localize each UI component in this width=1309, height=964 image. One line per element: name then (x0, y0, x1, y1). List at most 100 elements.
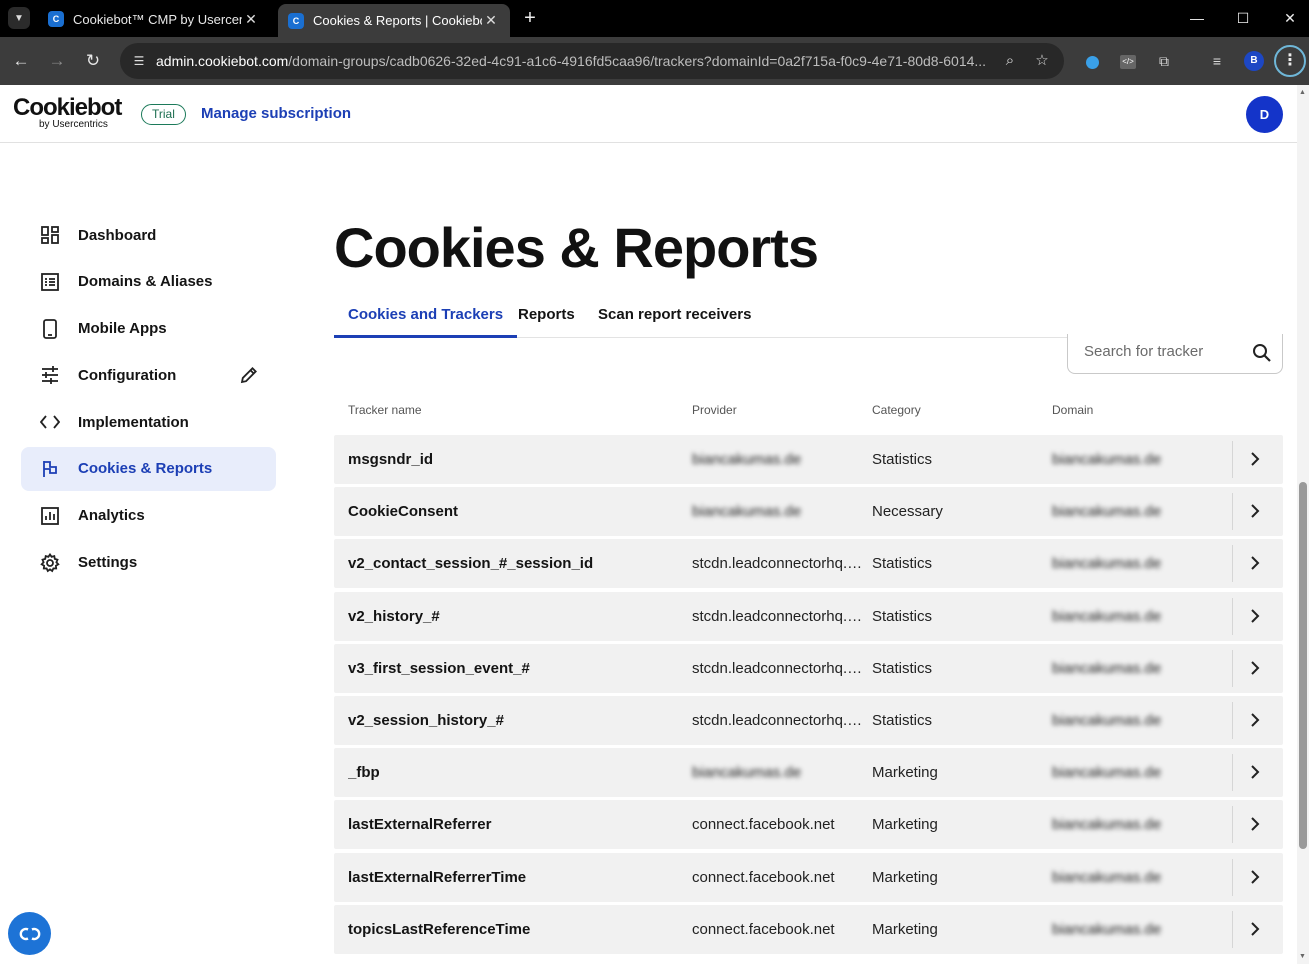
domain-cell: biancakumas.de (1052, 503, 1162, 521)
browser-tab-bar: ▼ C Cookiebot™ CMP by Usercentri ✕ C Coo… (0, 0, 1309, 37)
table-row[interactable]: topicsLastReferenceTime connect.facebook.… (334, 904, 1283, 954)
table-row[interactable]: v2_contact_session_#_session_id stcdn.lea… (334, 539, 1283, 589)
tab-scan-report-receivers[interactable]: Scan report receivers (584, 296, 765, 338)
sidebar-item-analytics[interactable]: Analytics (21, 494, 276, 538)
tracker-name-cell: v2_contact_session_#_session_id (348, 555, 594, 573)
reload-icon[interactable]: ↻ (81, 49, 105, 73)
close-tab-icon[interactable]: ✕ (242, 11, 260, 28)
minimize-icon[interactable]: — (1185, 8, 1209, 28)
scroll-up-arrow-icon[interactable]: ▲ (1299, 89, 1306, 96)
browser-menu-icon[interactable]: ⋮ (1274, 45, 1306, 77)
media-queue-icon[interactable]: ≡ (1205, 49, 1229, 73)
row-divider (1232, 910, 1233, 948)
sidebar-item-label: Cookies & Reports (78, 460, 213, 478)
sidebar-item-settings[interactable]: Settings (21, 541, 276, 585)
chevron-right-icon[interactable] (1244, 500, 1266, 522)
browser-tab-cookiebot-cmp[interactable]: C Cookiebot™ CMP by Usercentri ✕ (38, 5, 270, 33)
tracker-name-cell: topicsLastReferenceTime (348, 920, 531, 938)
search-icon[interactable] (1251, 342, 1273, 364)
url-host: admin.cookiebot.com (156, 53, 289, 69)
row-divider (1232, 597, 1233, 635)
provider-cell: stcdn.leadconnectorhq.c... (692, 711, 864, 729)
sidebar-item-mobile-apps[interactable]: Mobile Apps (21, 307, 276, 351)
tab-title: Cookiebot™ CMP by Usercentri (73, 11, 242, 27)
url-text[interactable]: admin.cookiebot.com/domain-groups/cadb06… (156, 53, 996, 69)
browser-profile-avatar[interactable]: B (1244, 51, 1264, 71)
close-window-icon[interactable]: ✕ (1278, 8, 1302, 28)
sidebar-item-label: Domains & Aliases (78, 273, 213, 291)
table-row[interactable]: v2_history_# stcdn.leadconnectorhq.c... St… (334, 591, 1283, 641)
chevron-right-icon[interactable] (1244, 813, 1266, 835)
cookiebot-logo[interactable]: Cookiebot by Usercentrics (13, 94, 122, 131)
domain-cell: biancakumas.de (1052, 451, 1162, 468)
domain-cell: biancakumas.de (1052, 920, 1162, 938)
devtools-extension-icon[interactable]: </> (1116, 49, 1140, 73)
chevron-right-icon[interactable] (1244, 552, 1266, 574)
table-row[interactable]: CookieConsent biancakumas.de Necessary bian… (334, 487, 1283, 537)
url-path: /domain-groups/cadb0626-32ed-4c91-a1c6-4… (288, 53, 987, 69)
tab-search-icon[interactable]: ▼ (8, 7, 30, 29)
provider-cell: connect.facebook.net (692, 816, 835, 834)
tracker-name-cell: lastExternalReferrer (348, 816, 492, 834)
maximize-icon[interactable]: ☐ (1231, 8, 1255, 28)
cookiebot-favicon-icon: C (48, 11, 64, 27)
row-divider (1232, 545, 1233, 583)
new-tab-icon[interactable]: + (520, 7, 540, 29)
category-cell: Marketing (872, 920, 938, 938)
table-row[interactable]: _fbp biancakumas.de Marketing biancakumas.d… (334, 748, 1283, 798)
table-row[interactable]: v3_first_session_event_# stcdn.leadconnec… (334, 643, 1283, 693)
scrollbar-thumb[interactable] (1299, 482, 1307, 849)
chevron-right-icon[interactable] (1244, 709, 1266, 731)
search-input[interactable] (1084, 343, 1249, 360)
tracker-name-cell: _fbp (348, 764, 380, 782)
manage-subscription-link[interactable]: Manage subscription (201, 105, 351, 122)
scroll-down-arrow-icon[interactable]: ▼ (1299, 953, 1306, 960)
page-scrollbar[interactable]: ▲ ▼ (1297, 85, 1309, 964)
row-divider (1232, 441, 1233, 478)
tracker-name-cell: msgsndr_id (348, 451, 434, 468)
cookiebot-widget-button[interactable] (8, 912, 51, 955)
browser-tab-cookies-reports[interactable]: C Cookies & Reports | Cookiebot ✕ (278, 4, 510, 37)
table-row[interactable]: lastExternalReferrerTime connect.facebook… (334, 852, 1283, 902)
bookmark-star-icon[interactable]: ☆ (1032, 51, 1052, 71)
table-row[interactable]: v2_session_history_# stcdn.leadconnectorh… (334, 695, 1283, 745)
row-divider (1232, 754, 1233, 792)
edit-pencil-icon[interactable] (239, 365, 259, 385)
sidebar-item-implementation[interactable]: Implementation (21, 400, 276, 444)
back-icon[interactable]: ← (9, 49, 33, 73)
tracker-table-body: msgsndr_id biancakumas.de Statistics bianca… (334, 435, 1283, 957)
cookiebot-widget-icon (19, 927, 40, 940)
address-bar[interactable]: ☰ admin.cookiebot.com/domain-groups/cadb… (120, 43, 1064, 79)
category-cell: Necessary (872, 503, 943, 521)
phone-icon (40, 318, 60, 339)
chevron-right-icon[interactable] (1244, 448, 1266, 470)
close-tab-icon[interactable]: ✕ (482, 12, 500, 29)
sidebar-item-dashboard[interactable]: Dashboard (21, 213, 276, 257)
chevron-right-icon[interactable] (1244, 761, 1266, 783)
tab-cookies-and-trackers[interactable]: Cookies and Trackers (334, 296, 518, 338)
tab-reports[interactable]: Reports (504, 296, 589, 338)
extension-icon[interactable] (1080, 49, 1104, 73)
user-avatar[interactable]: D (1246, 96, 1283, 133)
chevron-right-icon[interactable] (1244, 866, 1266, 888)
chevron-right-icon[interactable] (1244, 918, 1266, 940)
provider-cell: biancakumas.de (692, 764, 802, 782)
page-tabs: Cookies and Trackers Reports Scan report… (334, 296, 1283, 338)
category-cell: Marketing (872, 868, 938, 886)
table-row[interactable]: msgsndr_id biancakumas.de Statistics bianca… (334, 435, 1283, 484)
zoom-icon[interactable]: ⌕ (1000, 51, 1020, 71)
sidebar-item-cookies-reports[interactable]: Cookies & Reports (21, 446, 276, 491)
column-header-domain: Domain (1052, 403, 1094, 417)
forward-icon[interactable]: → (45, 49, 69, 73)
sidebar-item-domains-aliases[interactable]: Domains & Aliases (21, 260, 276, 304)
extensions-puzzle-icon[interactable]: ⧉ (1152, 49, 1176, 73)
sidebar-item-configuration[interactable]: Configuration (21, 353, 276, 397)
row-divider (1232, 806, 1233, 844)
sidebar-item-label: Settings (78, 554, 138, 572)
chevron-right-icon[interactable] (1244, 605, 1266, 627)
logo-main-text: Cookiebot (13, 94, 122, 121)
tab-title: Cookies & Reports | Cookiebot (313, 13, 482, 28)
chevron-right-icon[interactable] (1244, 657, 1266, 679)
site-info-icon[interactable]: ☰ (130, 52, 148, 70)
table-row[interactable]: lastExternalReferrer connect.facebook.net… (334, 800, 1283, 850)
